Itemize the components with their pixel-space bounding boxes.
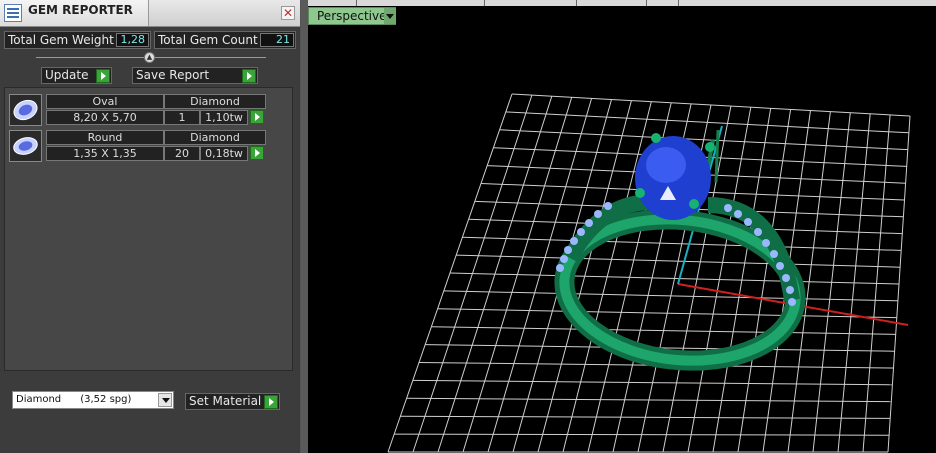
gem-material: Diamond bbox=[164, 94, 266, 109]
panel-title: GEM REPORTER bbox=[28, 3, 133, 17]
gem-weight: 1,10tw bbox=[200, 110, 248, 125]
total-gem-count-value: 21 bbox=[260, 33, 294, 47]
gem-material: Diamond bbox=[164, 130, 266, 145]
close-icon[interactable]: ✕ bbox=[281, 6, 295, 20]
gem-row[interactable]: Round Diamond 1,35 X 1,35 20 0,18tw bbox=[9, 130, 271, 162]
gem-row[interactable]: Oval Diamond 8,20 X 5,70 1 1,10tw bbox=[9, 94, 271, 126]
save-report-button[interactable]: Save Report bbox=[132, 67, 258, 84]
set-material-label: Set Material bbox=[189, 394, 262, 408]
total-gem-weight: Total Gem Weight 1,28 bbox=[4, 31, 151, 49]
gem-weight: 0,18tw bbox=[200, 146, 248, 161]
material-select[interactable]: Diamond (3,52 spg) bbox=[12, 391, 174, 409]
update-label: Update bbox=[45, 68, 89, 82]
gem-size: 1,35 X 1,35 bbox=[46, 146, 164, 161]
total-gem-weight-value: 1,28 bbox=[116, 33, 149, 47]
update-button[interactable]: Update bbox=[41, 67, 112, 84]
panel-title-tab: GEM REPORTER bbox=[0, 0, 149, 26]
gem-shape: Round bbox=[46, 130, 164, 145]
gem-shape: Oval bbox=[46, 94, 164, 109]
chevron-down-icon[interactable] bbox=[158, 393, 172, 407]
material-select-value: Diamond (3,52 spg) bbox=[16, 394, 132, 405]
panel-titlebar: GEM REPORTER ✕ bbox=[0, 0, 300, 27]
total-gem-weight-label: Total Gem Weight bbox=[8, 33, 114, 47]
update-play-icon[interactable] bbox=[96, 69, 110, 83]
set-material-play-icon[interactable] bbox=[264, 395, 278, 409]
panel-splitter[interactable] bbox=[301, 0, 308, 453]
gem-reporter-panel: GEM REPORTER ✕ Total Gem Weight 1,28 Tot… bbox=[0, 0, 301, 453]
gem-count: 20 bbox=[164, 146, 200, 161]
round-gem-icon bbox=[9, 130, 42, 162]
gem-count: 1 bbox=[164, 110, 200, 125]
total-gem-count: Total Gem Count 21 bbox=[154, 31, 296, 49]
gem-size: 8,20 X 5,70 bbox=[46, 110, 164, 125]
total-gem-count-label: Total Gem Count bbox=[158, 33, 258, 47]
3d-viewport[interactable]: Perspective bbox=[308, 0, 936, 453]
panel-slider[interactable]: ▲ bbox=[36, 52, 266, 64]
set-material-button[interactable]: Set Material bbox=[185, 393, 280, 410]
gem-select-play-icon[interactable] bbox=[250, 110, 264, 124]
gem-list: Oval Diamond 8,20 X 5,70 1 1,10tw Round … bbox=[4, 87, 293, 371]
save-report-label: Save Report bbox=[136, 68, 210, 82]
gem-reporter-icon bbox=[4, 4, 22, 22]
gem-select-play-icon[interactable] bbox=[250, 146, 264, 160]
slider-thumb[interactable]: ▲ bbox=[144, 52, 155, 63]
scene-canvas bbox=[387, 93, 911, 453]
save-report-play-icon[interactable] bbox=[242, 69, 256, 83]
oval-gem-icon bbox=[9, 94, 42, 126]
